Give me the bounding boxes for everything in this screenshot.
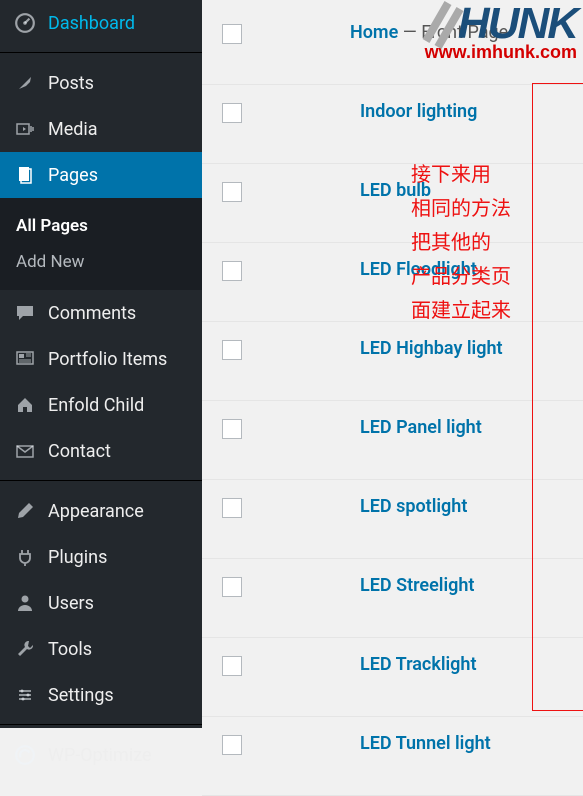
sidebar-item-label: WP-Optimize — [48, 745, 152, 766]
sidebar-item-settings[interactable]: Settings — [0, 672, 202, 718]
sidebar-item-label: Pages — [48, 165, 98, 186]
checkbox-cell — [202, 22, 262, 44]
table-row: LED bulb — [202, 164, 583, 243]
portfolio-icon — [12, 346, 38, 372]
menu-separator — [0, 480, 202, 488]
sidebar-item-label: Media — [48, 119, 98, 140]
table-row: LED spotlight — [202, 480, 583, 559]
sidebar-item-contact[interactable]: Contact — [0, 428, 202, 474]
sidebar-item-plugins[interactable]: Plugins — [0, 534, 202, 580]
page-title-link[interactable]: LED Tunnel light — [360, 733, 491, 754]
page-title-link[interactable]: LED Floodlight — [360, 259, 477, 280]
table-row: Home — Front Page — [202, 10, 583, 85]
sidebar-item-tools[interactable]: Tools — [0, 626, 202, 672]
page-title-link[interactable]: LED spotlight — [360, 496, 467, 517]
page-title-link[interactable]: LED Panel light — [360, 417, 482, 438]
row-checkbox[interactable] — [222, 24, 242, 44]
optimize-icon — [12, 742, 38, 768]
sidebar-item-label: Settings — [48, 685, 114, 706]
sidebar-item-label: Users — [48, 593, 94, 614]
row-checkbox[interactable] — [222, 577, 242, 597]
sidebar-item-label: Comments — [48, 303, 136, 324]
table-row: LED Streelight — [202, 559, 583, 638]
sidebar-submenu-pages: All Pages Add New — [0, 198, 202, 290]
admin-sidebar: Dashboard Posts Media Pages All Pages Ad… — [0, 0, 202, 728]
home-icon — [12, 392, 38, 418]
table-row: Indoor lighting — [202, 85, 583, 164]
page-title-link[interactable]: Indoor lighting — [360, 101, 477, 122]
table-row: LED Floodlight — [202, 243, 583, 322]
sidebar-item-media[interactable]: Media — [0, 106, 202, 152]
row-checkbox[interactable] — [222, 419, 242, 439]
sidebar-item-label: Dashboard — [48, 13, 135, 34]
table-row: LED Tunnel light — [202, 717, 583, 796]
sidebar-item-comments[interactable]: Comments — [0, 290, 202, 336]
row-checkbox[interactable] — [222, 182, 242, 202]
page-list-table: Home — Front Page Indoor lighting LED bu… — [202, 10, 583, 796]
row-checkbox[interactable] — [222, 103, 242, 123]
page-title-link[interactable]: LED Streelight — [360, 575, 474, 596]
sidebar-item-enfold-child[interactable]: Enfold Child — [0, 382, 202, 428]
sidebar-item-portfolio[interactable]: Portfolio Items — [0, 336, 202, 382]
sidebar-item-users[interactable]: Users — [0, 580, 202, 626]
pages-icon — [12, 162, 38, 188]
wrench-icon — [12, 636, 38, 662]
sidebar-item-label: Contact — [48, 441, 111, 462]
page-title-link[interactable]: LED Tracklight — [360, 654, 477, 675]
sidebar-item-label: Posts — [48, 73, 94, 94]
plug-icon — [12, 544, 38, 570]
row-checkbox[interactable] — [222, 656, 242, 676]
menu-separator — [0, 52, 202, 60]
sidebar-item-label: Tools — [48, 639, 92, 660]
sidebar-item-label: Appearance — [48, 501, 144, 522]
comment-icon — [12, 300, 38, 326]
mail-icon — [12, 438, 38, 464]
content-area: Home — Front Page Indoor lighting LED bu… — [202, 0, 583, 728]
pin-icon — [12, 70, 38, 96]
media-icon — [12, 116, 38, 142]
row-checkbox[interactable] — [222, 340, 242, 360]
row-checkbox[interactable] — [222, 498, 242, 518]
sidebar-subitem-add-new[interactable]: Add New — [0, 244, 202, 280]
sidebar-item-label: Enfold Child — [48, 395, 144, 416]
sidebar-item-label: Portfolio Items — [48, 349, 167, 370]
sidebar-item-label: Plugins — [48, 547, 107, 568]
title-cell: Home — Front Page — [262, 22, 583, 43]
row-checkbox[interactable] — [222, 735, 242, 755]
sidebar-item-dashboard[interactable]: Dashboard — [0, 0, 202, 46]
page-status-suffix: — Front Page — [398, 22, 508, 43]
dashboard-icon — [12, 10, 38, 36]
page-title-link[interactable]: Home — [350, 22, 398, 43]
sidebar-item-appearance[interactable]: Appearance — [0, 488, 202, 534]
sidebar-item-posts[interactable]: Posts — [0, 60, 202, 106]
page-title-link[interactable]: LED bulb — [360, 180, 431, 201]
table-row: LED Panel light — [202, 401, 583, 480]
row-checkbox[interactable] — [222, 261, 242, 281]
user-icon — [12, 590, 38, 616]
sidebar-item-pages[interactable]: Pages — [0, 152, 202, 198]
brush-icon — [12, 498, 38, 524]
sidebar-item-wp-optimize[interactable]: WP-Optimize — [0, 732, 202, 778]
table-row: LED Tracklight — [202, 638, 583, 717]
table-row: LED Highbay light — [202, 322, 583, 401]
page-title-link[interactable]: LED Highbay light — [360, 338, 503, 359]
sidebar-subitem-all-pages[interactable]: All Pages — [0, 208, 202, 244]
settings-icon — [12, 682, 38, 708]
menu-separator — [0, 724, 202, 732]
